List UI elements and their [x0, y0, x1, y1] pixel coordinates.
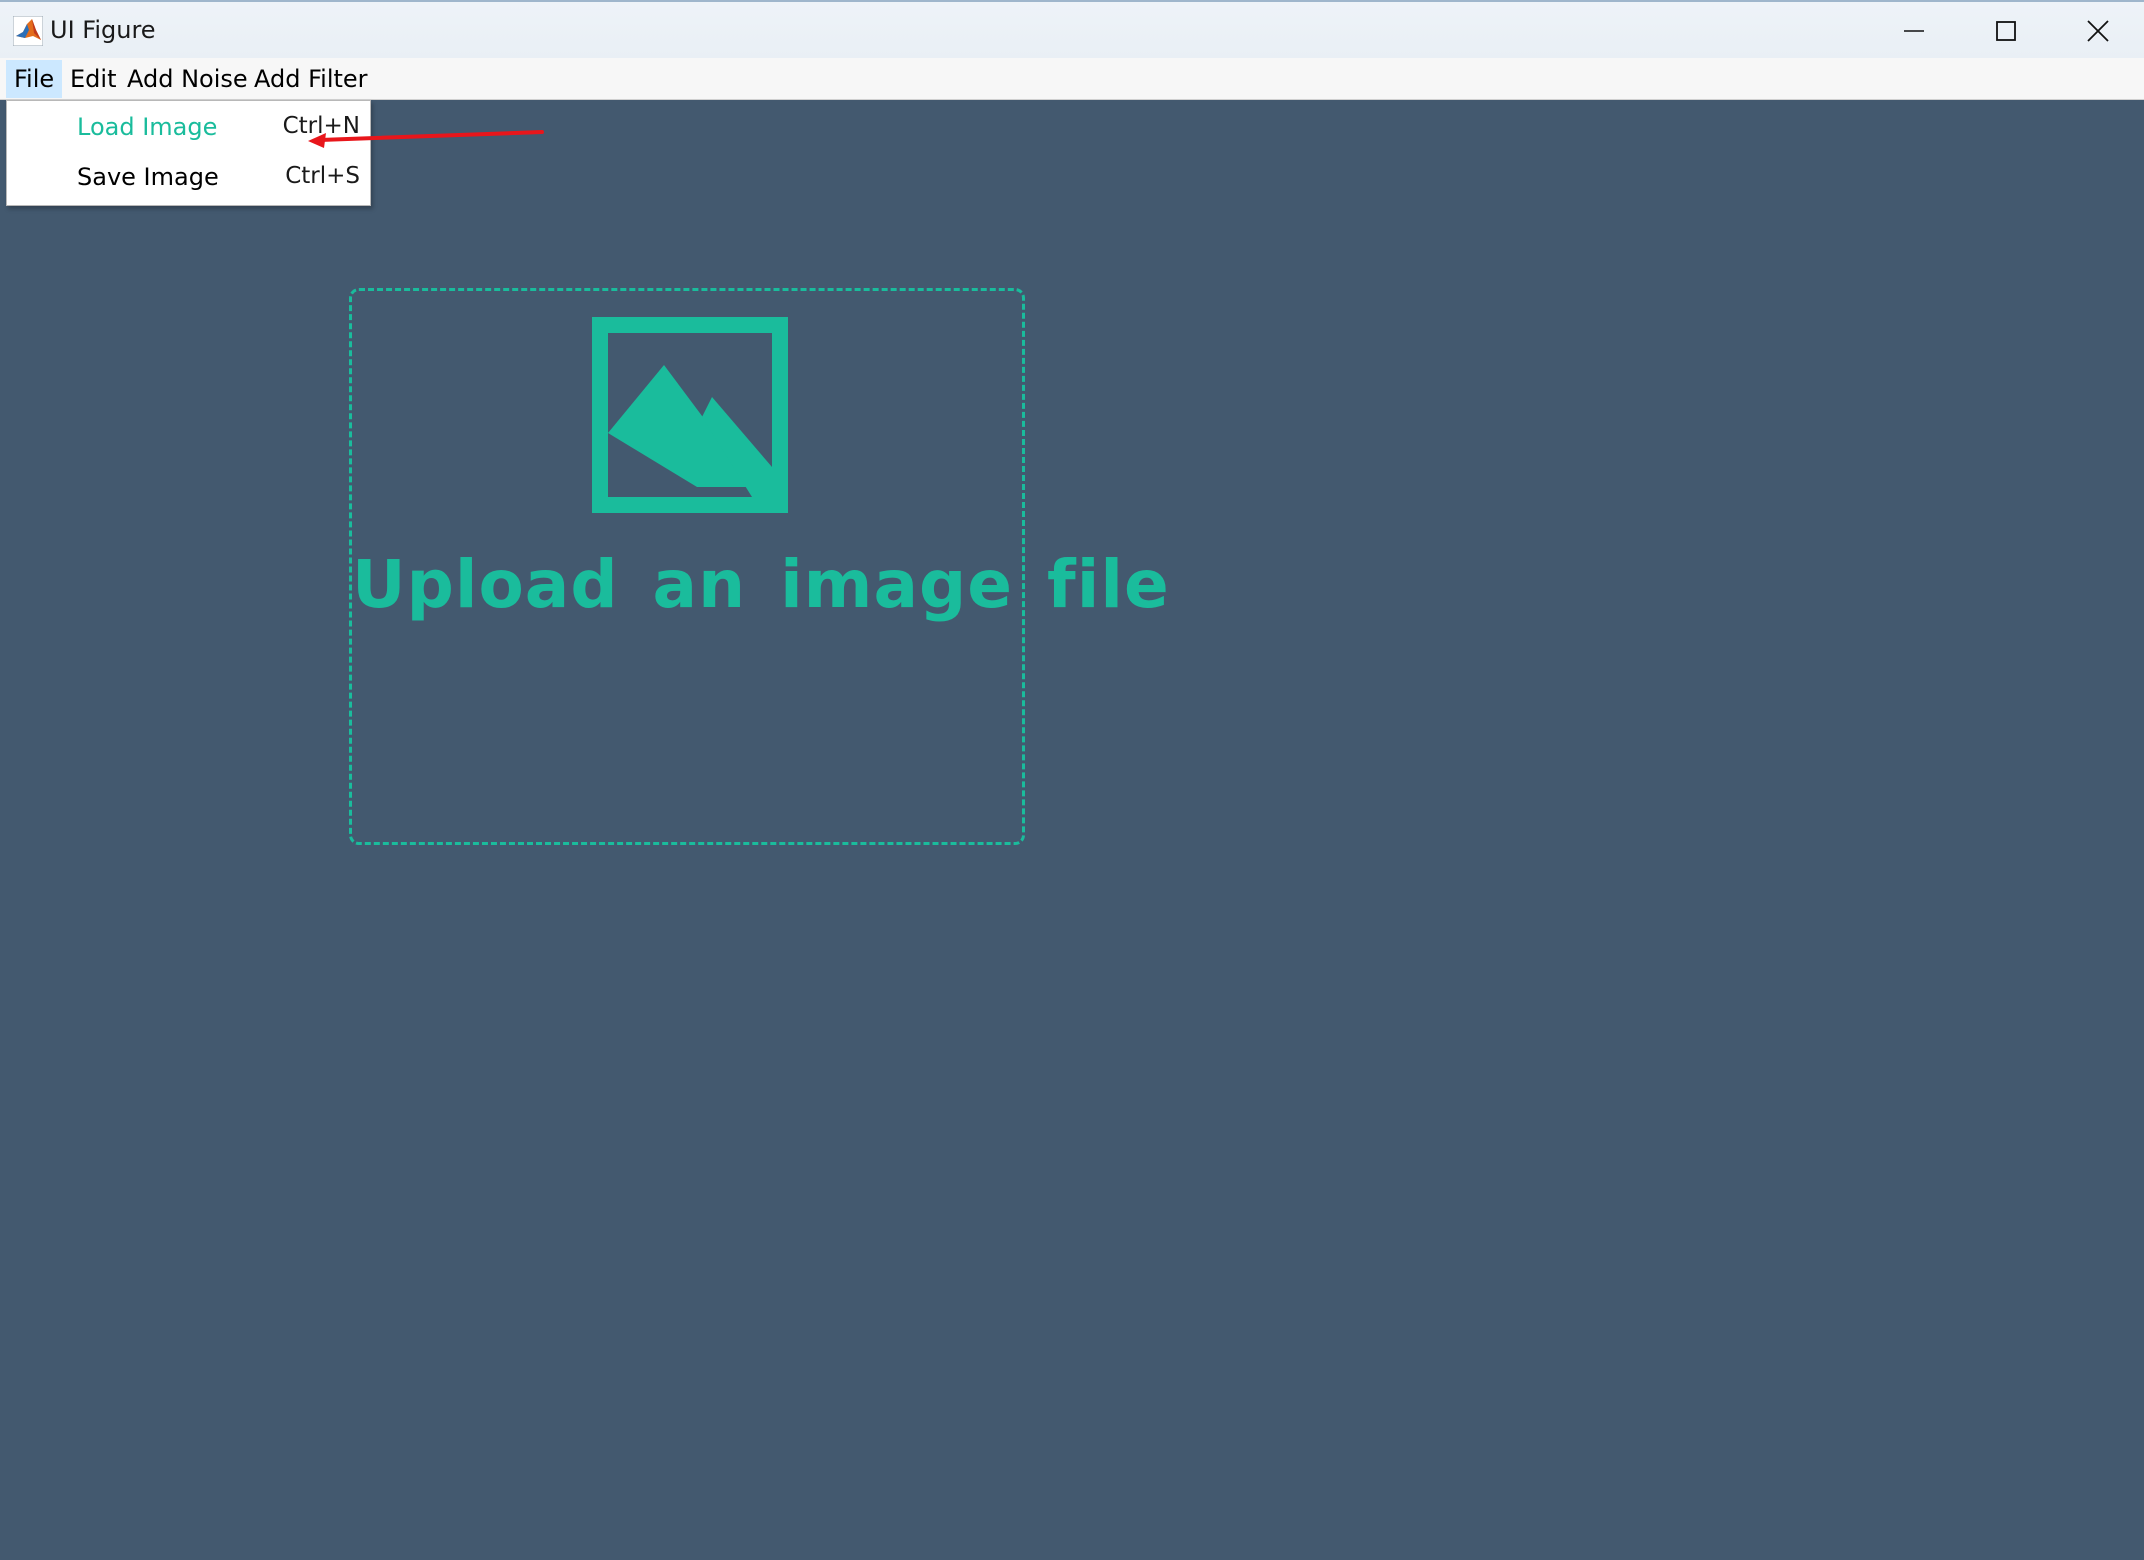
minimize-button[interactable]	[1868, 2, 1960, 60]
annotation-arrow-icon	[308, 130, 544, 148]
close-button[interactable]	[2052, 2, 2144, 60]
window-title: UI Figure	[50, 16, 156, 44]
title-bar: UI Figure	[0, 0, 2144, 58]
upload-drop-zone[interactable]: Upload an image file	[349, 288, 1170, 845]
app-window: UI Figure File Edit Add Noise Add Filter	[0, 0, 2144, 1560]
menu-add-filter[interactable]: Add Filter	[246, 60, 376, 98]
matlab-icon	[13, 16, 43, 46]
menu-item-save-image[interactable]: Save Image Ctrl+S	[7, 154, 370, 204]
upload-prompt-text: Upload an image file	[352, 546, 1170, 623]
maximize-icon	[1996, 21, 2016, 41]
maximize-button[interactable]	[1960, 2, 2052, 60]
save-image-label: Save Image	[77, 163, 219, 191]
image-icon	[592, 317, 788, 513]
menu-bar: File Edit Add Noise Add Filter	[0, 58, 2144, 100]
minimize-icon	[1904, 30, 1924, 32]
menu-add-noise[interactable]: Add Noise	[119, 60, 256, 98]
save-image-shortcut: Ctrl+S	[285, 163, 360, 189]
close-icon	[2087, 20, 2109, 42]
menu-file[interactable]: File	[6, 60, 63, 98]
menu-edit[interactable]: Edit	[62, 60, 124, 98]
load-image-label: Load Image	[77, 113, 218, 141]
